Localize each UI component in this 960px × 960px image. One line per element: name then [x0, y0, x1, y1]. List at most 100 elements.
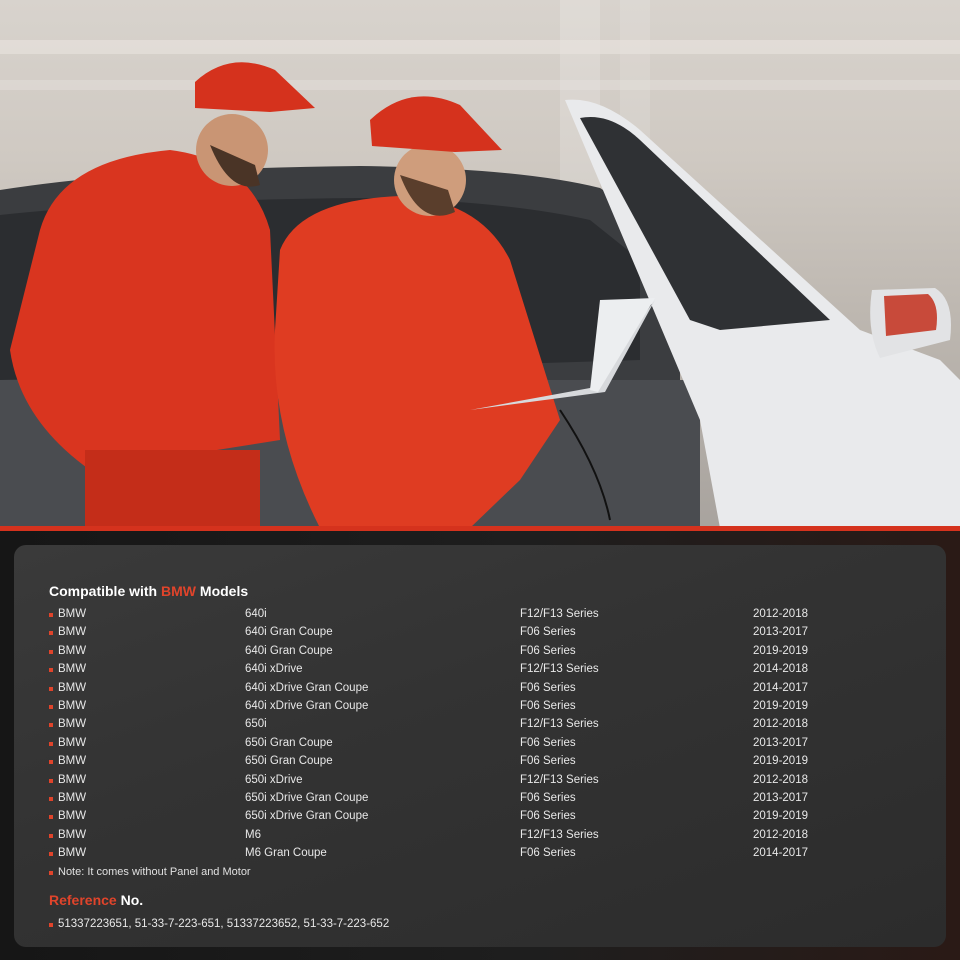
bullet-icon	[49, 686, 53, 691]
compatibility-panel: Compatible with BMW Models BMW 640i F12/…	[14, 545, 946, 947]
bullet-icon	[49, 778, 53, 783]
series-cell: F06 Series	[520, 847, 576, 860]
compatibility-table: BMW 640i F12/F13 Series 2012-2018 BMW 64…	[14, 607, 946, 864]
compatibility-title: Compatible with BMW Models	[49, 583, 248, 599]
make-cell: BMW	[58, 791, 87, 804]
years-cell: 2012-2018	[753, 608, 808, 620]
series-cell: F06 Series	[520, 699, 576, 712]
model-cell: 640i Gran Coupe	[245, 644, 333, 657]
table-row: BMW 650i Gran Coupe F06 Series 2013-2017	[14, 736, 946, 754]
model-cell: 650i xDrive	[245, 773, 303, 786]
table-row: BMW 640i F12/F13 Series 2012-2018	[14, 607, 946, 625]
table-row: BMW 650i Gran Coupe F06 Series 2019-2019	[14, 754, 946, 772]
bullet-icon	[49, 815, 53, 820]
make-cell: BMW	[58, 608, 87, 620]
make-cell: BMW	[58, 810, 87, 823]
make-cell: BMW	[58, 718, 87, 731]
bullet-icon	[49, 704, 53, 709]
years-cell: 2013-2017	[753, 626, 808, 639]
model-cell: 650i Gran Coupe	[245, 736, 333, 749]
model-cell: M6 Gran Coupe	[245, 847, 327, 860]
compatibility-title-prefix: Compatible with	[49, 583, 158, 599]
model-cell: 650i xDrive Gran Coupe	[245, 791, 369, 804]
bullet-icon	[49, 668, 53, 673]
years-cell: 2012-2018	[753, 718, 808, 731]
series-cell: F06 Series	[520, 626, 576, 639]
bullet-icon	[49, 631, 53, 636]
series-cell: F06 Series	[520, 644, 576, 657]
make-cell: BMW	[58, 736, 87, 749]
series-cell: F12/F13 Series	[520, 663, 599, 676]
series-cell: F06 Series	[520, 755, 576, 768]
make-cell: BMW	[58, 626, 87, 639]
make-cell: BMW	[58, 847, 87, 860]
years-cell: 2012-2018	[753, 828, 808, 841]
model-cell: 650i xDrive Gran Coupe	[245, 810, 369, 823]
table-row: BMW 640i xDrive Gran Coupe F06 Series 20…	[14, 699, 946, 717]
years-cell: 2014-2017	[753, 847, 808, 860]
series-cell: F06 Series	[520, 736, 576, 749]
bullet-icon	[49, 649, 53, 654]
make-cell: BMW	[58, 828, 87, 841]
bullet-icon	[49, 796, 53, 801]
make-cell: BMW	[58, 773, 87, 786]
table-row: BMW 640i Gran Coupe F06 Series 2013-2017	[14, 625, 946, 643]
table-row: BMW 650i xDrive Gran Coupe F06 Series 20…	[14, 809, 946, 827]
years-cell: 2019-2019	[753, 810, 808, 823]
series-cell: F12/F13 Series	[520, 608, 599, 620]
make-cell: BMW	[58, 755, 87, 768]
model-cell: 640i	[245, 608, 267, 620]
spec-section: Compatible with BMW Models BMW 640i F12/…	[0, 531, 960, 960]
bullet-icon	[49, 613, 53, 617]
reference-line: 51337223651, 51-33-7-223-651, 5133722365…	[14, 917, 946, 935]
compatibility-brand: BMW	[161, 583, 197, 599]
make-cell: BMW	[58, 681, 87, 694]
series-cell: F06 Series	[520, 681, 576, 694]
years-cell: 2019-2019	[753, 755, 808, 768]
bullet-icon	[49, 833, 53, 838]
bullet-icon	[49, 871, 53, 875]
hero-photo	[0, 0, 960, 528]
years-cell: 2014-2017	[753, 681, 808, 694]
make-cell: BMW	[58, 699, 87, 712]
years-cell: 2019-2019	[753, 699, 808, 712]
model-cell: 640i xDrive	[245, 663, 303, 676]
table-row: BMW M6 Gran Coupe F06 Series 2014-2017	[14, 846, 946, 864]
series-cell: F12/F13 Series	[520, 718, 599, 731]
series-cell: F06 Series	[520, 810, 576, 823]
model-cell: 650i	[245, 718, 267, 731]
bullet-icon	[49, 923, 53, 927]
table-row: BMW 650i xDrive Gran Coupe F06 Series 20…	[14, 791, 946, 809]
reference-title-rest: No.	[120, 892, 144, 908]
years-cell: 2013-2017	[753, 736, 808, 749]
model-cell: 640i xDrive Gran Coupe	[245, 681, 369, 694]
compatibility-title-suffix: Models	[199, 583, 249, 599]
series-cell: F12/F13 Series	[520, 828, 599, 841]
note-text: Note: It comes without Panel and Motor	[58, 866, 251, 878]
table-row: BMW 650i F12/F13 Series 2012-2018	[14, 717, 946, 735]
table-row: BMW 640i xDrive Gran Coupe F06 Series 20…	[14, 681, 946, 699]
years-cell: 2012-2018	[753, 773, 808, 786]
note-line: Note: It comes without Panel and Motor	[14, 865, 946, 883]
model-cell: 640i Gran Coupe	[245, 626, 333, 639]
make-cell: BMW	[58, 644, 87, 657]
bullet-icon	[49, 741, 53, 746]
table-row: BMW 650i xDrive F12/F13 Series 2012-2018	[14, 773, 946, 791]
years-cell: 2013-2017	[753, 791, 808, 804]
model-cell: M6	[245, 828, 261, 841]
bullet-icon	[49, 852, 53, 857]
table-row: BMW 640i Gran Coupe F06 Series 2019-2019	[14, 644, 946, 662]
model-cell: 640i xDrive Gran Coupe	[245, 699, 369, 712]
years-cell: 2019-2019	[753, 644, 808, 657]
mechanics-illustration	[0, 40, 960, 528]
reference-title: Reference No.	[49, 892, 143, 908]
table-row: BMW M6 F12/F13 Series 2012-2018	[14, 828, 946, 846]
make-cell: BMW	[58, 663, 87, 676]
series-cell: F06 Series	[520, 791, 576, 804]
table-row: BMW 640i xDrive F12/F13 Series 2014-2018	[14, 662, 946, 680]
model-cell: 650i Gran Coupe	[245, 755, 333, 768]
bullet-icon	[49, 723, 53, 728]
bullet-icon	[49, 760, 53, 765]
cap-icon-2	[370, 96, 502, 152]
series-cell: F12/F13 Series	[520, 773, 599, 786]
